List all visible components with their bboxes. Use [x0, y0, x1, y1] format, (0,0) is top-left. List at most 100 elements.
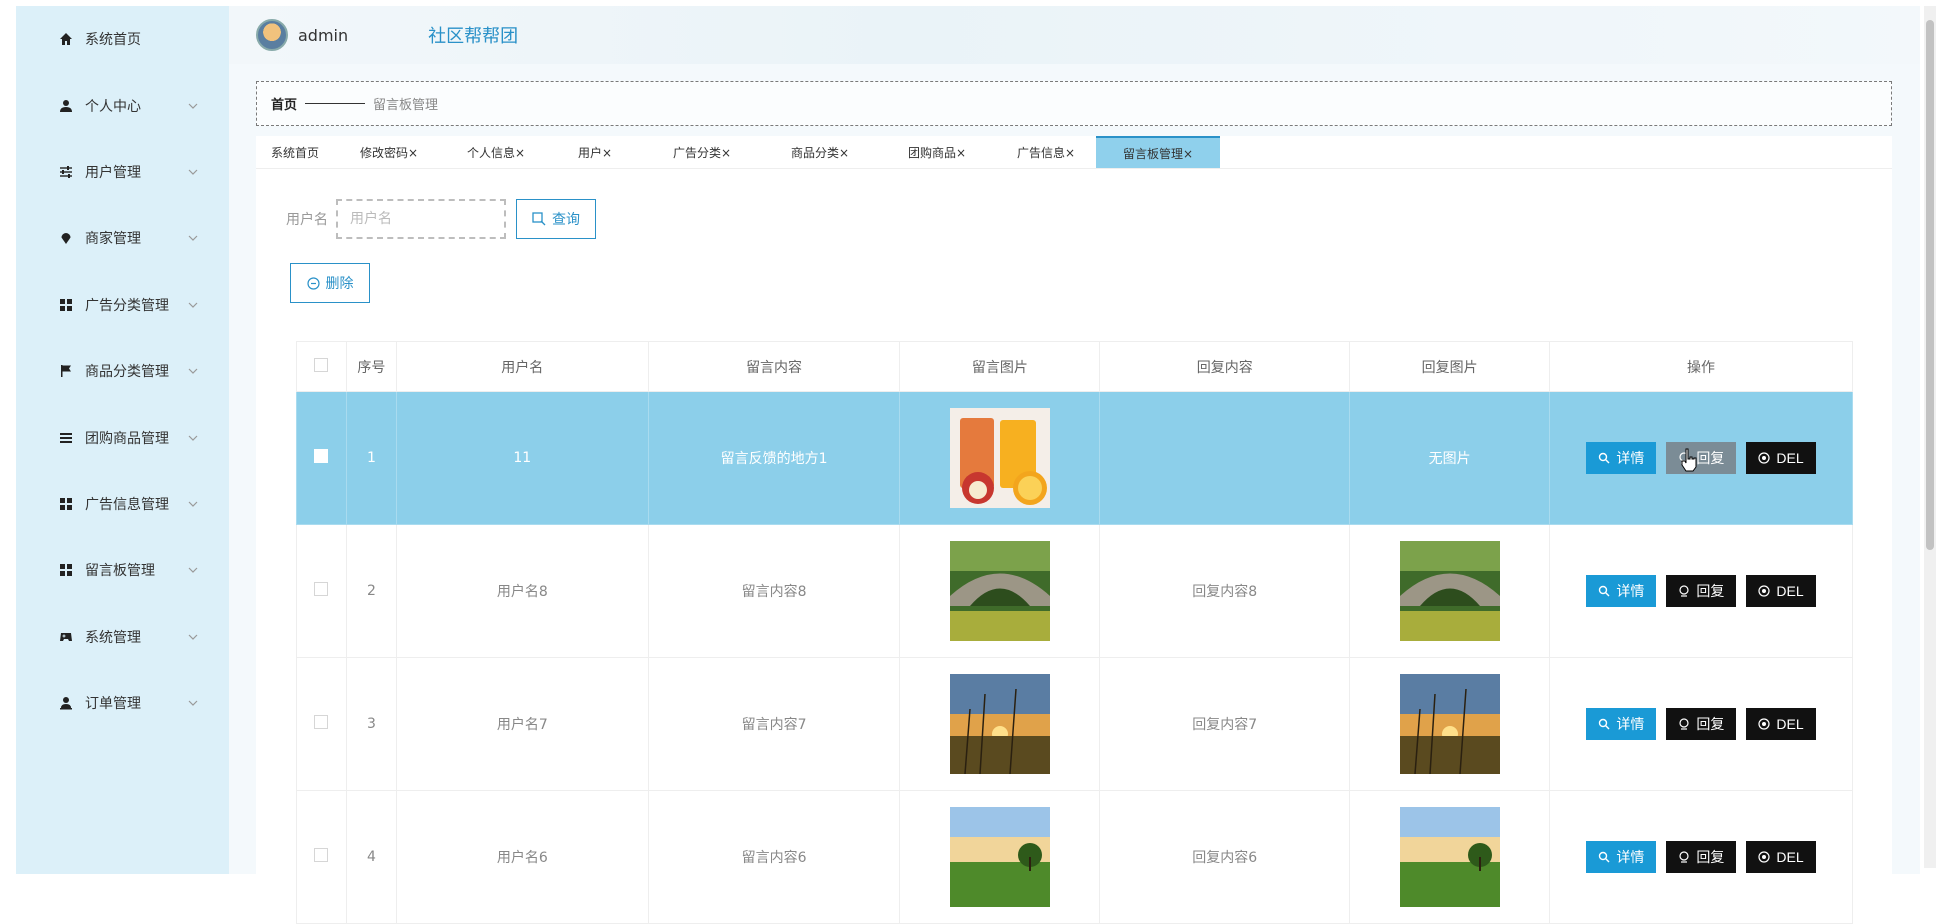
del-button[interactable]: DEL	[1746, 575, 1816, 607]
tab-3[interactable]: 用户×	[548, 136, 642, 168]
sidebar-item-7[interactable]: 广告信息管理	[16, 471, 229, 537]
table-row[interactable]: 3 用户名7 留言内容7 回复内容7 详情 回复 DEL	[296, 657, 1853, 791]
chevron-down-icon	[188, 302, 198, 308]
search-icon	[1599, 452, 1610, 464]
tab-5[interactable]: 商品分类×	[762, 136, 878, 168]
message-image[interactable]	[1399, 541, 1500, 641]
table-row[interactable]: 1 11 留言反馈的地方1 无图片 详情 回复 DEL	[296, 391, 1853, 525]
sidebar-item-9[interactable]: 系统管理	[16, 604, 229, 670]
search-input[interactable]	[336, 199, 506, 239]
delete-button[interactable]: 删除	[290, 263, 370, 303]
content-panel: 系统首页 修改密码× 个人信息× 用户× 广告分类× 商品分类× 团购商品× 广告信息× 留言板…	[256, 136, 1892, 924]
detail-button[interactable]: 详情	[1586, 841, 1657, 873]
tab-0[interactable]: 系统首页	[256, 136, 334, 168]
table-row[interactable]: 4 用户名6 留言内容6 回复内容6 详情 回复 DEL	[296, 790, 1853, 924]
row-checkbox[interactable]	[314, 715, 329, 729]
scrollbar-thumb[interactable]	[1926, 20, 1934, 550]
tab-2[interactable]: 个人信息×	[444, 136, 548, 168]
reply-button[interactable]: 回复	[1666, 575, 1737, 607]
row-reply-image-cell	[1349, 524, 1551, 658]
detail-button[interactable]: 详情	[1586, 708, 1657, 740]
table-body: 1 11 留言反馈的地方1 无图片 详情 回复 DEL 2 用户名8 留言内容8 回复内容8 详情 回复…	[296, 391, 1853, 924]
search-button-label: 查询	[552, 211, 580, 227]
chevron-down-icon	[188, 235, 198, 242]
row-index: 4	[345, 790, 397, 924]
search-icon	[1599, 585, 1610, 597]
row-index: 2	[345, 524, 397, 658]
del-button[interactable]: DEL	[1746, 841, 1816, 873]
sidebar-item-5[interactable]: 商品分类管理	[16, 338, 229, 404]
tab-bar: 系统首页 修改密码× 个人信息× 用户× 广告分类× 商品分类× 团购商品× 广告信息× 留言板…	[256, 136, 1892, 169]
sidebar-item-label: 用户管理	[85, 164, 141, 181]
reply-button-label: 回复	[1696, 583, 1725, 599]
detail-button[interactable]: 详情	[1586, 575, 1657, 607]
row-username: 用户名8	[395, 524, 649, 658]
sidebar-item-8[interactable]: 留言板管理	[16, 537, 229, 603]
row-checkbox[interactable]	[314, 848, 329, 862]
reply-button[interactable]: 回复	[1666, 708, 1737, 740]
target-circle-icon	[1758, 452, 1770, 464]
sidebar-item-3[interactable]: 商家管理	[16, 205, 229, 271]
target-circle-icon	[1758, 718, 1770, 730]
grid-icon	[60, 564, 72, 577]
message-table: 序号 用户名 留言内容 留言图片 回复内容 回复图片 操作 1 11 留言反馈的地方1 无图片 详情…	[296, 341, 1853, 924]
select-all-cell	[296, 341, 347, 392]
sidebar-item-6[interactable]: 团购商品管理	[16, 404, 229, 470]
row-reply: 回复内容7	[1099, 657, 1351, 791]
row-select-cell	[296, 391, 347, 525]
sidebar-item-0[interactable]: 系统首页	[16, 6, 229, 72]
del-button-label: DEL	[1776, 450, 1804, 466]
tab-6[interactable]: 团购商品×	[878, 136, 996, 168]
home-icon	[60, 33, 72, 46]
tab-1[interactable]: 修改密码×	[334, 136, 444, 168]
sidebar-item-10[interactable]: 订单管理	[16, 670, 229, 736]
select-all-checkbox[interactable]	[314, 357, 329, 372]
no-image-text: 无图片	[1428, 451, 1471, 467]
page-scrollbar[interactable]	[1924, 6, 1936, 868]
row-checkbox[interactable]	[314, 582, 329, 596]
brand-title: 社区帮帮团	[428, 26, 519, 47]
message-image[interactable]	[949, 674, 1050, 774]
sidebar-item-1[interactable]: 个人中心	[16, 72, 229, 138]
sidebar-item-2[interactable]: 用户管理	[16, 139, 229, 205]
row-username: 用户名7	[395, 657, 649, 791]
breadcrumb-home[interactable]: 首页	[271, 94, 297, 113]
table-row[interactable]: 2 用户名8 留言内容8 回复内容8 详情 回复 DEL	[296, 524, 1853, 658]
row-select-cell	[296, 657, 347, 791]
row-image-cell	[899, 657, 1101, 791]
column-header: 留言图片	[899, 341, 1101, 392]
column-header: 用户名	[395, 341, 649, 392]
chevron-down-icon	[188, 567, 198, 574]
sidebar-item-4[interactable]: 广告分类管理	[16, 272, 229, 338]
pointer-hand-icon	[1681, 448, 1697, 472]
reply-button[interactable]: 回复	[1666, 442, 1737, 474]
message-image[interactable]	[949, 408, 1050, 508]
chevron-down-icon	[188, 103, 198, 109]
comment-icon	[1679, 851, 1689, 863]
row-reply-image-cell	[1349, 790, 1551, 924]
breadcrumb-separator	[305, 103, 366, 104]
avatar[interactable]	[256, 19, 288, 51]
flag-icon	[61, 365, 71, 378]
message-image[interactable]	[1399, 674, 1500, 774]
search-button[interactable]: 查询	[516, 199, 596, 239]
row-reply-image-cell	[1349, 657, 1551, 791]
sidebar-item-label: 个人中心	[85, 98, 141, 115]
detail-button[interactable]: 详情	[1586, 442, 1657, 474]
search-icon	[532, 212, 546, 226]
row-checkbox[interactable]	[314, 449, 329, 463]
message-image[interactable]	[949, 807, 1050, 907]
del-button[interactable]: DEL	[1746, 708, 1816, 740]
reply-button[interactable]: 回复	[1666, 841, 1737, 873]
del-button-label: DEL	[1776, 583, 1804, 599]
tab-4[interactable]: 广告分类×	[642, 136, 762, 168]
row-operations: 详情 回复 DEL	[1549, 391, 1853, 525]
row-reply	[1099, 391, 1351, 525]
tab-8[interactable]: 留言板管理×	[1096, 136, 1220, 168]
tab-7[interactable]: 广告信息×	[996, 136, 1096, 168]
reply-button-label: 回复	[1696, 849, 1725, 865]
del-button[interactable]: DEL	[1746, 442, 1816, 474]
username[interactable]: admin	[298, 26, 348, 45]
message-image[interactable]	[1399, 807, 1500, 907]
message-image[interactable]	[949, 541, 1050, 641]
